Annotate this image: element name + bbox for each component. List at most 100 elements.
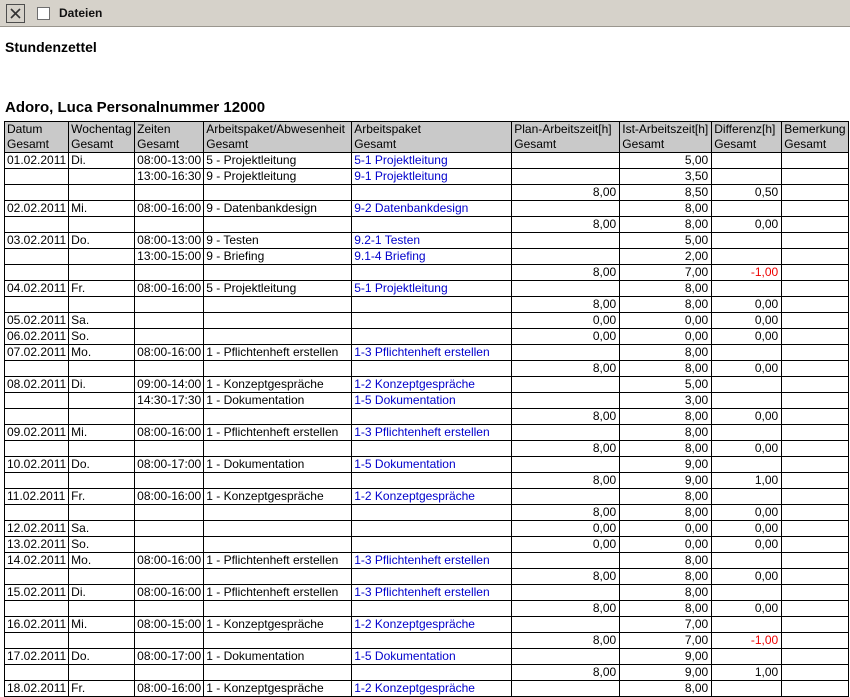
table-row: 03.02.2011Do.08:00-13:009 - Testen9.2-1 … bbox=[5, 233, 849, 249]
arbeitspaket-link[interactable]: 5-1 Projektleitung bbox=[354, 153, 447, 167]
cell-bemerkung bbox=[782, 169, 848, 185]
cell-arbeitspaket bbox=[352, 265, 512, 281]
cell-plan: 8,00 bbox=[512, 473, 620, 489]
cell-ist: 8,00 bbox=[620, 489, 712, 505]
cell-datum: 12.02.2011 bbox=[5, 521, 69, 537]
cell-datum: 18.02.2011 bbox=[5, 681, 69, 697]
arbeitspaket-link[interactable]: 9-2 Datenbankdesign bbox=[354, 201, 468, 215]
cell-diff: 0,00 bbox=[712, 601, 782, 617]
cell-datum bbox=[5, 393, 69, 409]
arbeitspaket-link[interactable]: 9.1-4 Briefing bbox=[354, 249, 425, 263]
arbeitspaket-link[interactable]: 1-2 Konzeptgespräche bbox=[354, 489, 475, 503]
arbeitspaket-link[interactable]: 1-3 Pflichtenheft erstellen bbox=[354, 425, 489, 439]
cell-paket bbox=[204, 569, 352, 585]
cell-ist: 0,00 bbox=[620, 313, 712, 329]
cell-bemerkung bbox=[782, 153, 848, 169]
cell-datum: 02.02.2011 bbox=[5, 201, 69, 217]
cell-arbeitspaket bbox=[352, 297, 512, 313]
cell-paket: 1 - Pflichtenheft erstellen bbox=[204, 345, 352, 361]
cell-paket bbox=[204, 537, 352, 553]
cell-zeiten bbox=[135, 521, 204, 537]
cell-arbeitspaket: 1-2 Konzeptgespräche bbox=[352, 681, 512, 697]
cell-diff bbox=[712, 553, 782, 569]
cell-wochentag bbox=[69, 409, 135, 425]
cell-bemerkung bbox=[782, 505, 848, 521]
table-row: 18.02.2011Fr.08:00-16:001 - Konzeptgespr… bbox=[5, 681, 849, 697]
cell-arbeitspaket bbox=[352, 601, 512, 617]
table-row: 14.02.2011Mo.08:00-16:001 - Pflichtenhef… bbox=[5, 553, 849, 569]
cell-plan bbox=[512, 489, 620, 505]
cell-plan bbox=[512, 617, 620, 633]
arbeitspaket-link[interactable]: 5-1 Projektleitung bbox=[354, 281, 447, 295]
timesheet-table: DatumGesamtWochentagGesamtZeitenGesamtAr… bbox=[4, 121, 849, 697]
arbeitspaket-link[interactable]: 1-2 Konzeptgespräche bbox=[354, 617, 475, 631]
cell-datum: 11.02.2011 bbox=[5, 489, 69, 505]
cell-wochentag bbox=[69, 265, 135, 281]
arbeitspaket-link[interactable]: 1-3 Pflichtenheft erstellen bbox=[354, 585, 489, 599]
cell-datum bbox=[5, 441, 69, 457]
arbeitspaket-link[interactable]: 1-5 Dokumentation bbox=[354, 457, 455, 471]
cell-paket bbox=[204, 473, 352, 489]
cell-wochentag bbox=[69, 393, 135, 409]
cell-zeiten bbox=[135, 633, 204, 649]
cell-ist: 7,00 bbox=[620, 633, 712, 649]
arbeitspaket-link[interactable]: 9.2-1 Testen bbox=[354, 233, 420, 247]
cell-diff: -1,00 bbox=[712, 633, 782, 649]
cell-paket bbox=[204, 217, 352, 233]
cell-paket: 1 - Dokumentation bbox=[204, 457, 352, 473]
cell-plan: 8,00 bbox=[512, 217, 620, 233]
arbeitspaket-link[interactable]: 1-3 Pflichtenheft erstellen bbox=[354, 553, 489, 567]
arbeitspaket-link[interactable]: 9-1 Projektleitung bbox=[354, 169, 447, 183]
cell-zeiten: 14:30-17:30 bbox=[135, 393, 204, 409]
table-row: 16.02.2011Mi.08:00-15:001 - Konzeptgespr… bbox=[5, 617, 849, 633]
cell-ist: 7,00 bbox=[620, 617, 712, 633]
table-row: 17.02.2011Do.08:00-17:001 - Dokumentatio… bbox=[5, 649, 849, 665]
cell-zeiten bbox=[135, 665, 204, 681]
cell-diff: -1,00 bbox=[712, 265, 782, 281]
cell-paket bbox=[204, 633, 352, 649]
cell-wochentag: Mo. bbox=[69, 553, 135, 569]
cell-plan bbox=[512, 377, 620, 393]
cell-datum bbox=[5, 217, 69, 233]
cell-plan bbox=[512, 153, 620, 169]
dateien-checkbox[interactable] bbox=[37, 7, 50, 20]
cell-plan bbox=[512, 425, 620, 441]
cell-wochentag: So. bbox=[69, 537, 135, 553]
cell-wochentag bbox=[69, 665, 135, 681]
cell-ist: 8,00 bbox=[620, 553, 712, 569]
cell-paket: 1 - Konzeptgespräche bbox=[204, 377, 352, 393]
cell-paket bbox=[204, 665, 352, 681]
timesheet-body: 01.02.2011Di.08:00-13:005 - Projektleitu… bbox=[5, 153, 849, 697]
cell-zeiten: 08:00-13:00 bbox=[135, 233, 204, 249]
arbeitspaket-link[interactable]: 1-5 Dokumentation bbox=[354, 393, 455, 407]
table-row: 8,008,500,50 bbox=[5, 185, 849, 201]
cell-zeiten: 08:00-16:00 bbox=[135, 553, 204, 569]
cell-plan bbox=[512, 393, 620, 409]
cell-wochentag bbox=[69, 441, 135, 457]
cell-arbeitspaket: 1-3 Pflichtenheft erstellen bbox=[352, 553, 512, 569]
cell-paket bbox=[204, 441, 352, 457]
cell-datum bbox=[5, 665, 69, 681]
cell-zeiten bbox=[135, 409, 204, 425]
arbeitspaket-link[interactable]: 1-3 Pflichtenheft erstellen bbox=[354, 345, 489, 359]
cell-paket: 9 - Projektleitung bbox=[204, 169, 352, 185]
cell-datum bbox=[5, 473, 69, 489]
cell-diff: 1,00 bbox=[712, 473, 782, 489]
arbeitspaket-link[interactable]: 1-2 Konzeptgespräche bbox=[354, 377, 475, 391]
arbeitspaket-link[interactable]: 1-5 Dokumentation bbox=[354, 649, 455, 663]
cell-datum: 06.02.2011 bbox=[5, 329, 69, 345]
x-icon[interactable] bbox=[6, 4, 25, 23]
cell-ist: 8,00 bbox=[620, 297, 712, 313]
table-row: 02.02.2011Mi.08:00-16:009 - Datenbankdes… bbox=[5, 201, 849, 217]
cell-zeiten: 08:00-15:00 bbox=[135, 617, 204, 633]
cell-datum bbox=[5, 297, 69, 313]
cell-plan bbox=[512, 249, 620, 265]
cell-ist: 8,00 bbox=[620, 441, 712, 457]
cell-ist: 5,00 bbox=[620, 377, 712, 393]
arbeitspaket-link[interactable]: 1-2 Konzeptgespräche bbox=[354, 681, 475, 695]
cell-diff bbox=[712, 249, 782, 265]
cell-bemerkung bbox=[782, 281, 848, 297]
cell-datum bbox=[5, 569, 69, 585]
cell-wochentag: Fr. bbox=[69, 489, 135, 505]
cell-zeiten bbox=[135, 361, 204, 377]
